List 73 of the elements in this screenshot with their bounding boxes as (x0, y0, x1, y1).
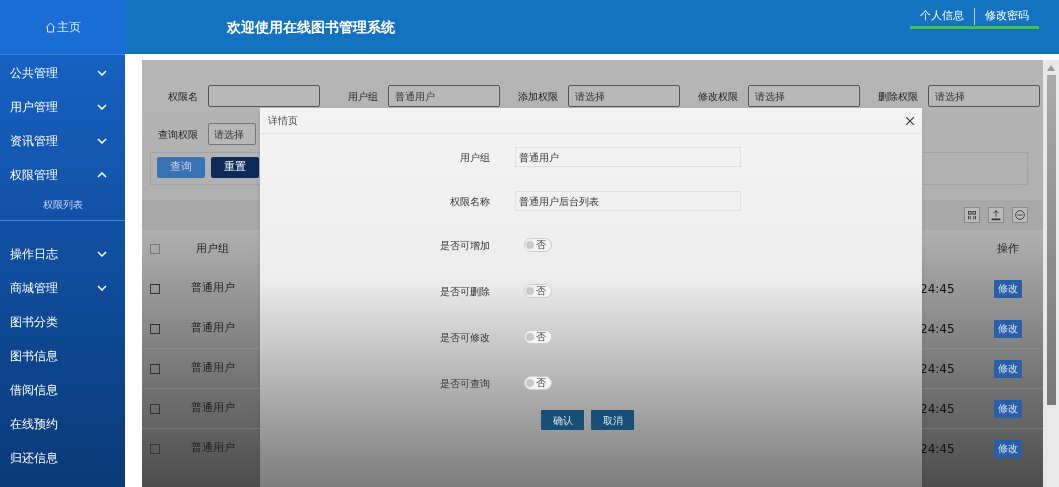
filter-label: 修改权限 (697, 89, 738, 104)
checkbox[interactable] (150, 244, 160, 254)
table-cell-text: 24:45 (919, 280, 956, 298)
edit-button[interactable]: 修改 (994, 439, 1022, 458)
dialog-button[interactable]: 取消 (591, 410, 634, 430)
page-title: 欢迎使用在线图书管理系统 (227, 17, 395, 37)
table-cell-text: 普通用户 (189, 320, 236, 337)
sidebar-item[interactable]: 资讯管理 (0, 124, 125, 158)
sidebar-item[interactable]: 商城管理 (0, 271, 125, 305)
field-label: 用户组 (459, 150, 490, 165)
checkbox[interactable] (150, 403, 160, 414)
header-link[interactable]: 修改密码 (974, 8, 1039, 25)
table-cell-text: 24:45 (919, 440, 956, 458)
sidebar-item[interactable]: 用户管理 (0, 90, 125, 124)
input-field[interactable]: 普通用户后台列表 (515, 191, 741, 211)
select-field[interactable]: 普通用户 (388, 85, 500, 107)
field-label: 是否可删除 (439, 284, 490, 299)
table-cell-text: 普通用户 (189, 360, 236, 377)
field-label: 权限名称 (449, 194, 490, 209)
field-label: 是否可查询 (439, 376, 490, 391)
filter-label: 权限名 (167, 89, 198, 104)
field-label: 是否可增加 (439, 238, 490, 253)
select-field[interactable]: 请选择 (208, 123, 256, 145)
checkbox[interactable] (150, 283, 160, 294)
dialog-button[interactable]: 确认 (541, 410, 584, 430)
home-link[interactable]: 主页 (0, 0, 125, 55)
sidebar-item[interactable]: 图书分类 (0, 305, 125, 339)
table-cell-text: 24:45 (919, 400, 956, 418)
table-cell-text: 24:45 (919, 360, 956, 378)
columns-icon[interactable] (964, 207, 980, 223)
column-header: 操作 (996, 240, 1020, 257)
column-header: 用户组 (195, 240, 230, 257)
filter-label: 删除权限 (877, 89, 918, 104)
table-cell-text: 24:45 (919, 320, 956, 338)
export-icon[interactable] (988, 207, 1004, 223)
filter-label: 查询权限 (157, 127, 198, 142)
sidebar-item[interactable]: 在线预约 (0, 407, 125, 441)
edit-button[interactable]: 修改 (994, 319, 1022, 338)
field-label: 是否可修改 (439, 330, 490, 345)
sidebar-item[interactable]: 图书信息 (0, 339, 125, 373)
filter-label: 添加权限 (517, 89, 558, 104)
sidebar-item[interactable]: 借阅信息 (0, 373, 125, 407)
filter-button[interactable]: 重置 (211, 157, 259, 178)
header-link[interactable]: 个人信息 (910, 8, 974, 25)
sidebar-item[interactable]: 归还信息 (0, 441, 125, 475)
toggle-switch[interactable]: 否 (524, 238, 552, 252)
edit-button[interactable]: 修改 (994, 279, 1022, 298)
input-field[interactable] (208, 85, 320, 107)
input-field[interactable]: 普通用户 (515, 147, 741, 167)
toggle-switch[interactable]: 否 (524, 376, 552, 390)
dialog-title: 详情页 (268, 114, 298, 128)
toggle-switch[interactable]: 否 (524, 284, 552, 298)
table-cell-text: 普通用户 (189, 400, 236, 417)
home-icon (44, 21, 56, 33)
scrollbar[interactable] (1043, 60, 1059, 487)
submenu-item[interactable]: 权限列表 (0, 192, 125, 216)
checkbox[interactable] (150, 363, 160, 374)
checkbox[interactable] (150, 443, 160, 454)
filter-label: 用户组 (347, 89, 378, 104)
close-icon[interactable] (906, 116, 914, 125)
select-field[interactable]: 请选择 (928, 85, 1040, 107)
sidebar-item[interactable]: 操作日志 (0, 237, 125, 271)
scroll-up-icon[interactable] (1047, 65, 1055, 71)
select-field[interactable]: 请选择 (568, 85, 680, 107)
sidebar-item[interactable]: 公共管理 (0, 56, 125, 90)
filter-button[interactable]: 查询 (157, 157, 205, 178)
toggle-switch[interactable]: 否 (524, 330, 552, 344)
table-cell-text: 普通用户 (189, 280, 236, 297)
checkbox[interactable] (150, 323, 160, 334)
select-field[interactable]: 请选择 (748, 85, 860, 107)
sidebar-item[interactable]: 权限管理 (0, 158, 125, 192)
edit-button[interactable]: 修改 (994, 359, 1022, 378)
edit-button[interactable]: 修改 (994, 399, 1022, 418)
